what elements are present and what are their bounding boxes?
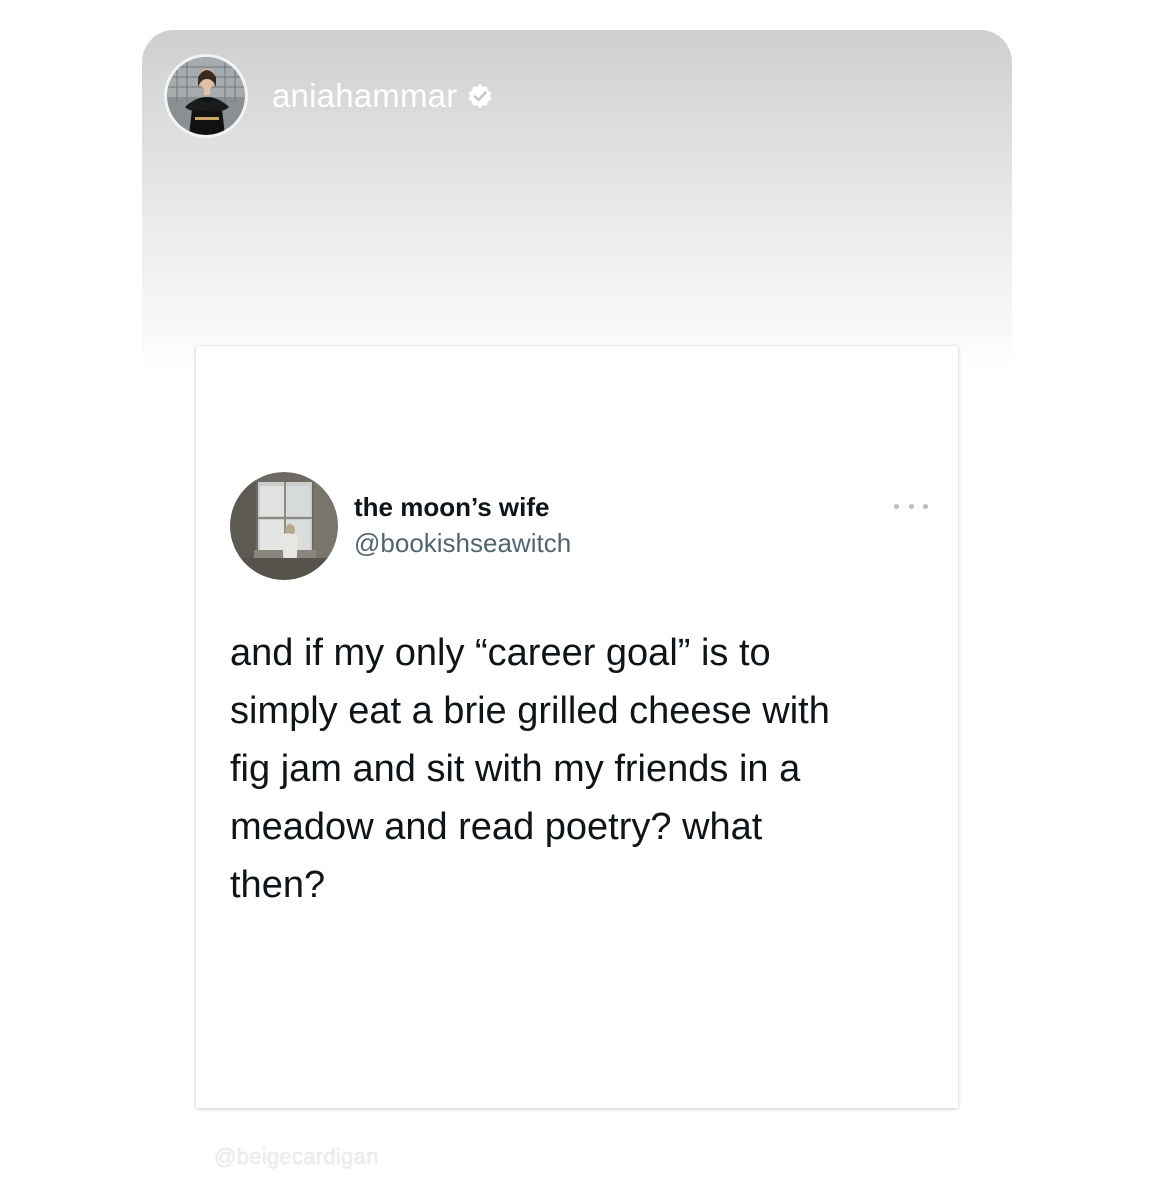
more-dot-2 <box>908 503 914 509</box>
verified-badge-icon <box>468 84 492 108</box>
more-dot-1 <box>894 503 899 509</box>
tweet-card[interactable]: the moon’s wife @bookishseawitch and if … <box>196 346 958 1108</box>
tweet-display-name[interactable]: the moon’s wife <box>354 490 571 524</box>
story-avatar[interactable] <box>167 57 245 135</box>
story-avatar-ring[interactable] <box>164 54 248 138</box>
tweet-avatar[interactable] <box>230 472 338 580</box>
tweet-header: the moon’s wife @bookishseawitch <box>230 472 571 580</box>
tweet-handle[interactable]: @bookishseawitch <box>354 524 571 562</box>
more-options-icon[interactable] <box>894 496 928 516</box>
more-dot-3 <box>923 503 928 509</box>
watermark: @beigecardigan <box>214 1144 379 1169</box>
story-header[interactable]: aniahammar <box>164 54 493 138</box>
story-username[interactable]: aniahammar <box>272 77 457 115</box>
tweet-author: the moon’s wife @bookishseawitch <box>354 490 571 562</box>
tweet-text: and if my only “career goal” is to simpl… <box>230 632 830 906</box>
page: aniahammar the moon’s wife @bookishseawi… <box>0 0 1150 1200</box>
